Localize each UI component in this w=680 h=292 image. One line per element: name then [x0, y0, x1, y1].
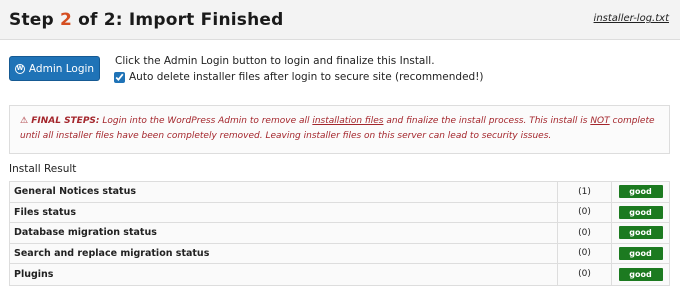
warning-lead: FINAL STEPS: — [31, 116, 100, 126]
wordpress-icon: W — [14, 63, 25, 74]
status-badge[interactable]: good — [618, 267, 663, 281]
warning-text-2: and finalize the install process. This i… — [383, 116, 591, 126]
page-title: Step 2 of 2: Import Finished — [9, 10, 284, 30]
result-count: (0) — [558, 223, 612, 243]
install-result-title: Install Result — [9, 163, 77, 175]
result-count: (0) — [558, 243, 612, 263]
installer-log-link[interactable]: installer-log.txt — [594, 13, 669, 24]
admin-login-button[interactable]: W Admin Login — [9, 56, 100, 81]
login-instruction: Click the Admin Login button to login an… — [115, 55, 435, 67]
result-name: Database migration status — [10, 223, 558, 243]
status-badge[interactable]: good — [618, 246, 663, 260]
status-badge[interactable]: good — [618, 185, 663, 199]
result-count: (0) — [558, 264, 612, 285]
installation-files-link[interactable]: installation files — [312, 116, 383, 126]
table-row: Files status (0) good — [10, 202, 669, 223]
result-count: (0) — [558, 202, 612, 222]
auto-delete-label: Auto delete installer files after login … — [129, 71, 484, 83]
result-name: Search and replace migration status — [10, 243, 558, 263]
final-steps-warning: ⚠ FINAL STEPS: Login into the WordPress … — [9, 105, 670, 154]
page-header: Step 2 of 2: Import Finished installer-l… — [0, 0, 680, 40]
warning-not: NOT — [590, 116, 610, 126]
result-name: General Notices status — [10, 182, 558, 202]
step-suffix: of 2: Import Finished — [72, 10, 284, 30]
status-badge[interactable]: good — [618, 226, 663, 240]
auto-delete-option[interactable]: Auto delete installer files after login … — [114, 71, 484, 83]
result-name: Plugins — [10, 264, 558, 285]
table-row: Database migration status (0) good — [10, 223, 669, 244]
install-result-table: General Notices status (1) good Files st… — [9, 181, 670, 286]
warning-icon: ⚠ — [20, 116, 32, 126]
table-row: General Notices status (1) good — [10, 182, 669, 203]
table-row: Search and replace migration status (0) … — [10, 243, 669, 264]
result-count: (1) — [558, 182, 612, 202]
step-number: 2 — [60, 10, 73, 30]
status-badge[interactable]: good — [618, 205, 663, 219]
step-prefix: Step — [9, 10, 60, 30]
warning-text-1: Login into the WordPress Admin to remove… — [99, 116, 313, 126]
result-name: Files status — [10, 202, 558, 222]
table-row: Plugins (0) good — [10, 264, 669, 285]
auto-delete-checkbox[interactable] — [114, 71, 125, 83]
admin-login-label: Admin Login — [28, 62, 95, 75]
